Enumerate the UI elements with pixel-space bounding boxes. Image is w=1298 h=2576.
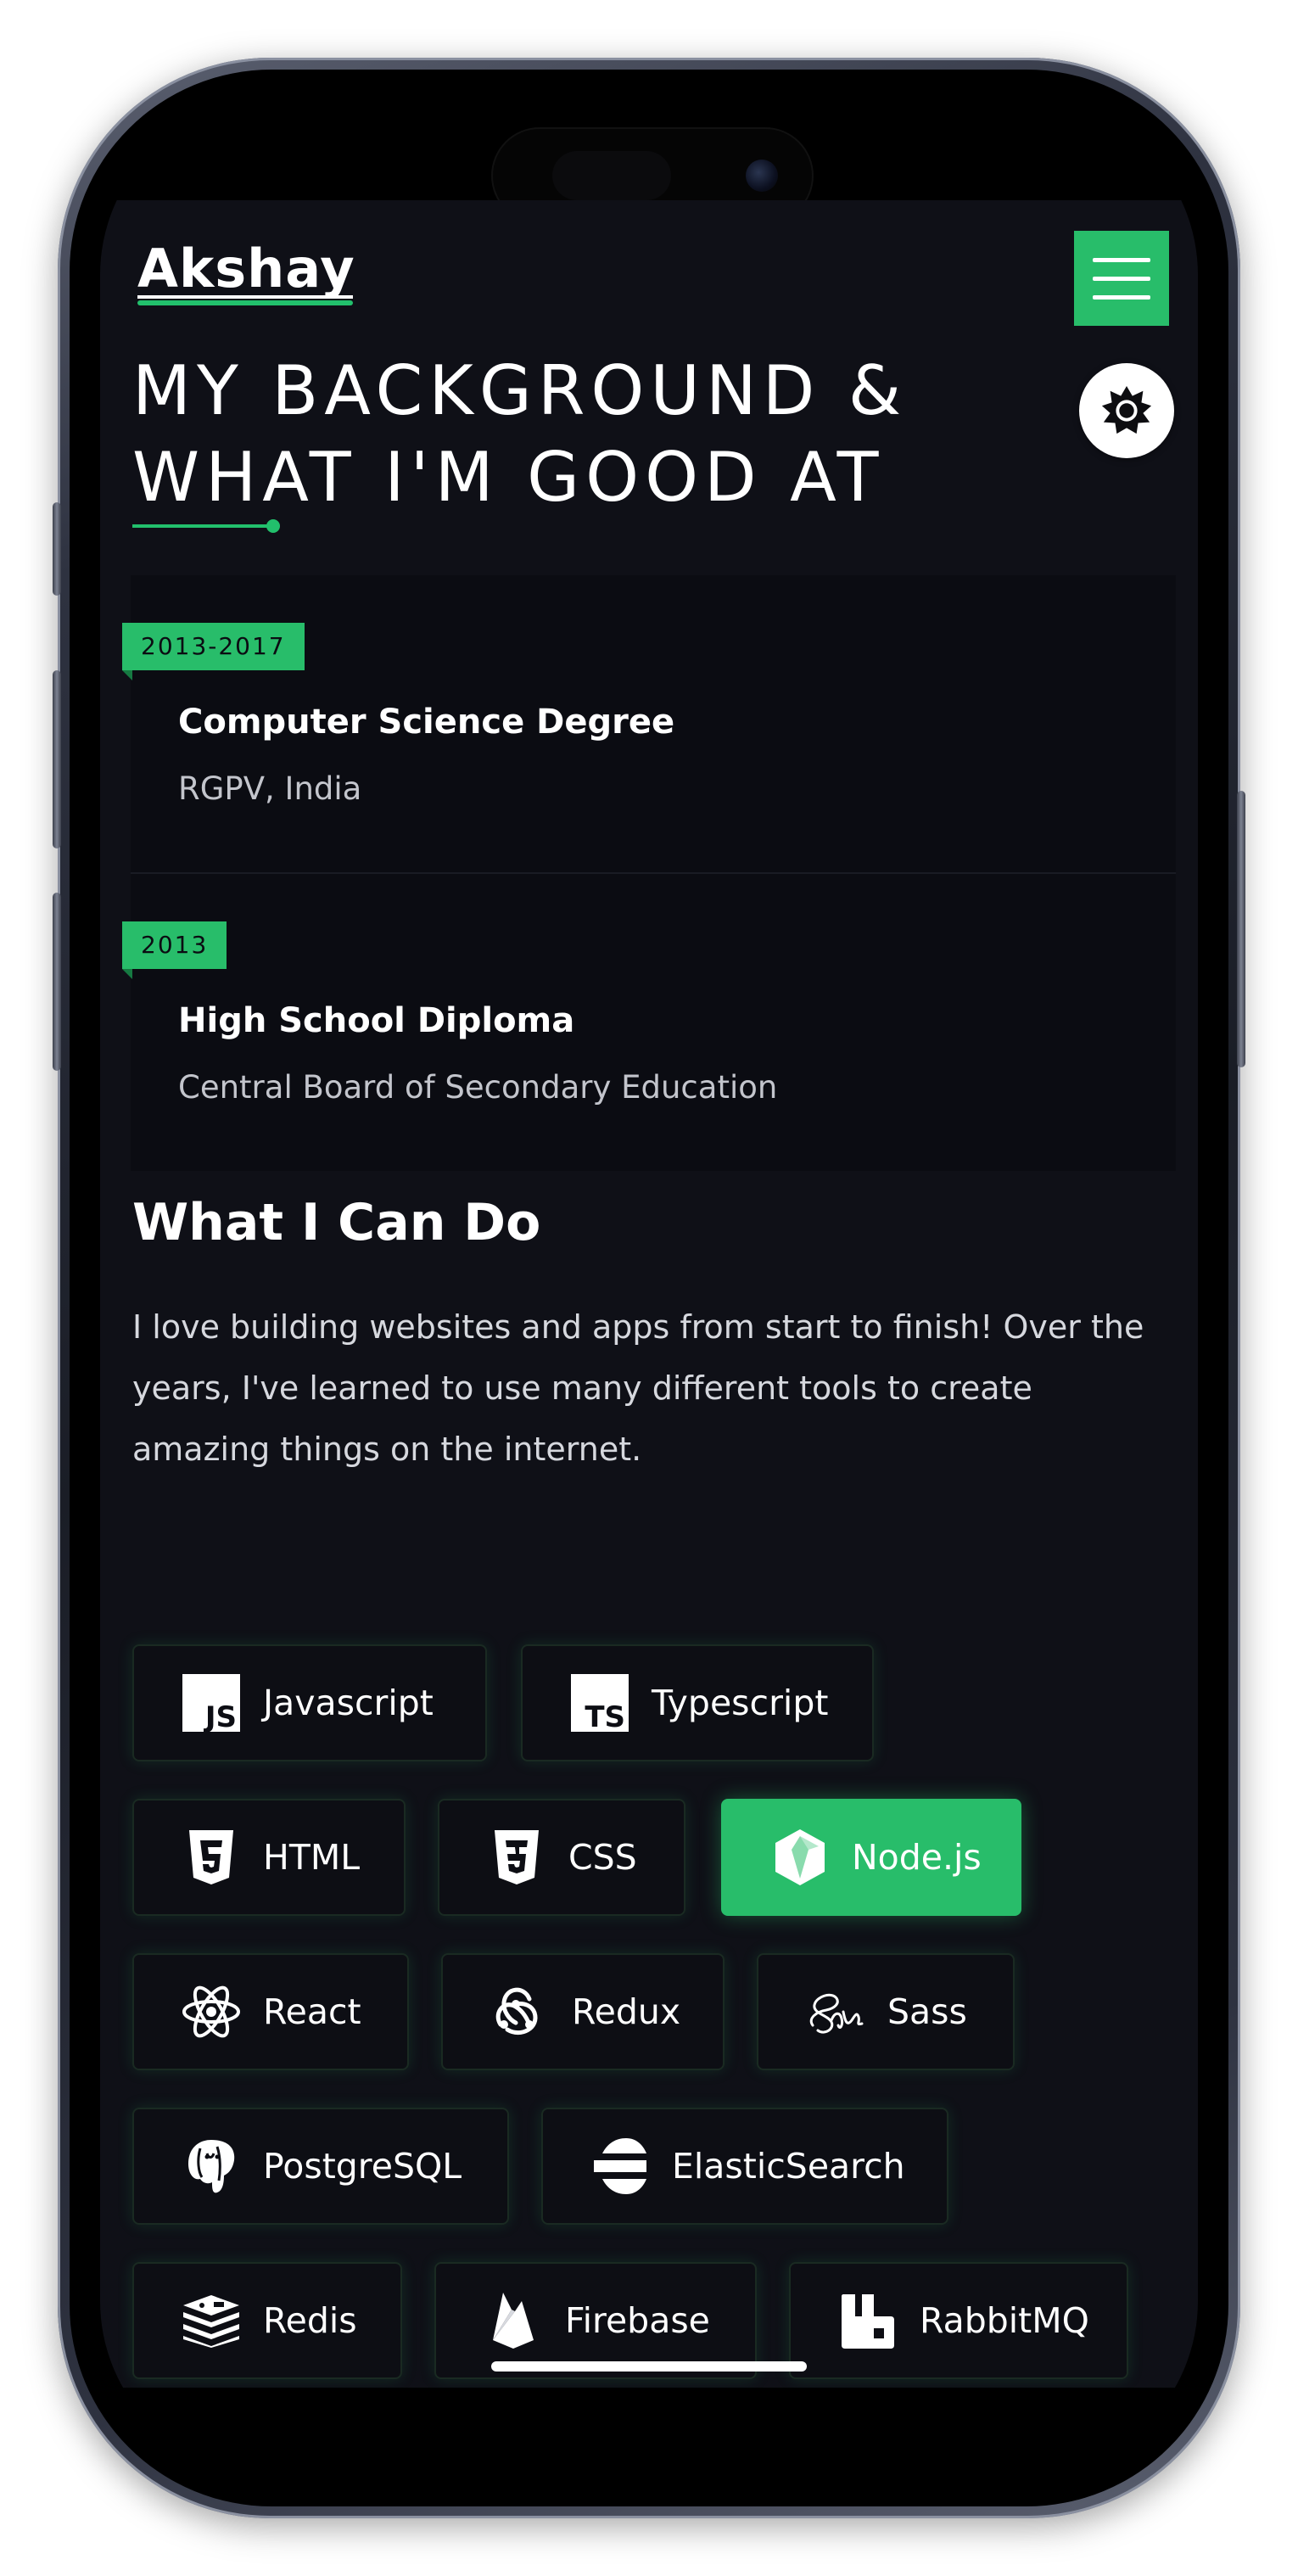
nodejs-icon [770, 1828, 830, 1887]
timeline-year-badge: 2013 [122, 921, 227, 969]
skill-label: PostgreSQL [263, 2146, 462, 2187]
skill-chip-sass[interactable]: Sass [757, 1953, 1015, 2070]
menu-bar-icon [1093, 258, 1150, 262]
svg-text:TS: TS [585, 1700, 625, 1732]
skill-chip-postgresql[interactable]: PostgreSQL [132, 2108, 509, 2225]
page-title: MY BACKGROUND & WHAT I'M GOOD AT [132, 351, 908, 517]
title-accent-dot [266, 519, 280, 533]
redux-icon [490, 1982, 550, 2041]
timeline-entry-title: Computer Science Degree [178, 703, 675, 742]
skill-label: React [263, 1991, 361, 2032]
island-sensor [552, 151, 671, 200]
react-icon [182, 1982, 241, 2041]
sass-icon [806, 1982, 865, 2041]
skills-heading: What I Can Do [132, 1193, 541, 1252]
css3-icon [487, 1828, 546, 1887]
action-button [53, 502, 61, 596]
education-timeline: 2013-2017 Computer Science Degree RGPV, … [122, 575, 1176, 1171]
skill-label: RabbitMQ [920, 2300, 1089, 2341]
skill-chip-rabbitmq[interactable]: RabbitMQ [789, 2262, 1128, 2379]
skill-label: Node.js [852, 1837, 982, 1878]
skill-chip-typescript[interactable]: TS Typescript [521, 1644, 874, 1761]
timeline-entry-institution: RGPV, India [178, 770, 362, 807]
badge-fold [122, 670, 132, 680]
svg-text:JS: JS [204, 1700, 237, 1732]
skill-chip-redis[interactable]: Redis [132, 2262, 402, 2379]
timeline-entry: 2013 High School Diploma Central Board o… [122, 874, 1176, 1171]
timeline-entry: 2013-2017 Computer Science Degree RGPV, … [122, 575, 1176, 872]
skill-label: Sass [887, 1991, 967, 2032]
skill-chip-css[interactable]: CSS [438, 1799, 685, 1916]
title-accent-rule [132, 524, 277, 528]
timeline-year-badge: 2013-2017 [122, 623, 305, 670]
skill-label: Redis [263, 2300, 357, 2341]
skill-label: ElasticSearch [672, 2146, 905, 2187]
skill-chip-react[interactable]: React [132, 1953, 409, 2070]
skill-label: Redux [572, 1991, 681, 2032]
skill-chip-html[interactable]: HTML [132, 1799, 406, 1916]
skill-chip-javascript[interactable]: JS Javascript [132, 1644, 487, 1761]
hamburger-menu-button[interactable] [1074, 231, 1169, 326]
timeline-entry-title: High School Diploma [178, 1001, 575, 1040]
skill-label: Typescript [652, 1683, 829, 1723]
redis-icon [182, 2291, 241, 2350]
menu-bar-icon [1093, 295, 1150, 300]
theme-toggle-button[interactable] [1079, 363, 1174, 458]
front-camera-icon [746, 160, 778, 192]
skill-label: HTML [263, 1837, 361, 1878]
elasticsearch-icon [590, 2136, 650, 2196]
timeline-entry-institution: Central Board of Secondary Education [178, 1069, 778, 1106]
skill-label: Firebase [565, 2300, 710, 2341]
badge-fold [122, 969, 132, 979]
html5-icon [182, 1828, 241, 1887]
skill-chip-redux[interactable]: Redux [441, 1953, 725, 2070]
logo-accent-underline [137, 300, 353, 305]
skill-label: Javascript [263, 1683, 434, 1723]
home-indicator[interactable] [491, 2361, 807, 2372]
typescript-icon: TS [570, 1673, 629, 1733]
site-logo[interactable]: Akshay [137, 238, 355, 300]
page-viewport: Akshay MY BACKGROUND & WHAT I'M GOOD AT … [100, 200, 1198, 2388]
firebase-icon [484, 2291, 543, 2350]
skills-intro-text: I love building websites and apps from s… [132, 1308, 1144, 1468]
logo-underline [137, 295, 353, 299]
power-button [1237, 791, 1245, 1067]
sun-icon [1101, 385, 1152, 434]
menu-bar-icon [1093, 277, 1150, 281]
javascript-icon: JS [182, 1673, 241, 1733]
skill-label: CSS [568, 1837, 637, 1878]
postgresql-icon [182, 2136, 241, 2196]
volume-up-button [53, 670, 61, 848]
skill-chip-nodejs[interactable]: Node.js [721, 1799, 1021, 1916]
phone-screen: Akshay MY BACKGROUND & WHAT I'M GOOD AT … [100, 100, 1198, 2476]
rabbitmq-icon [838, 2291, 898, 2350]
skill-chip-elasticsearch[interactable]: ElasticSearch [541, 2108, 948, 2225]
volume-down-button [53, 893, 61, 1071]
